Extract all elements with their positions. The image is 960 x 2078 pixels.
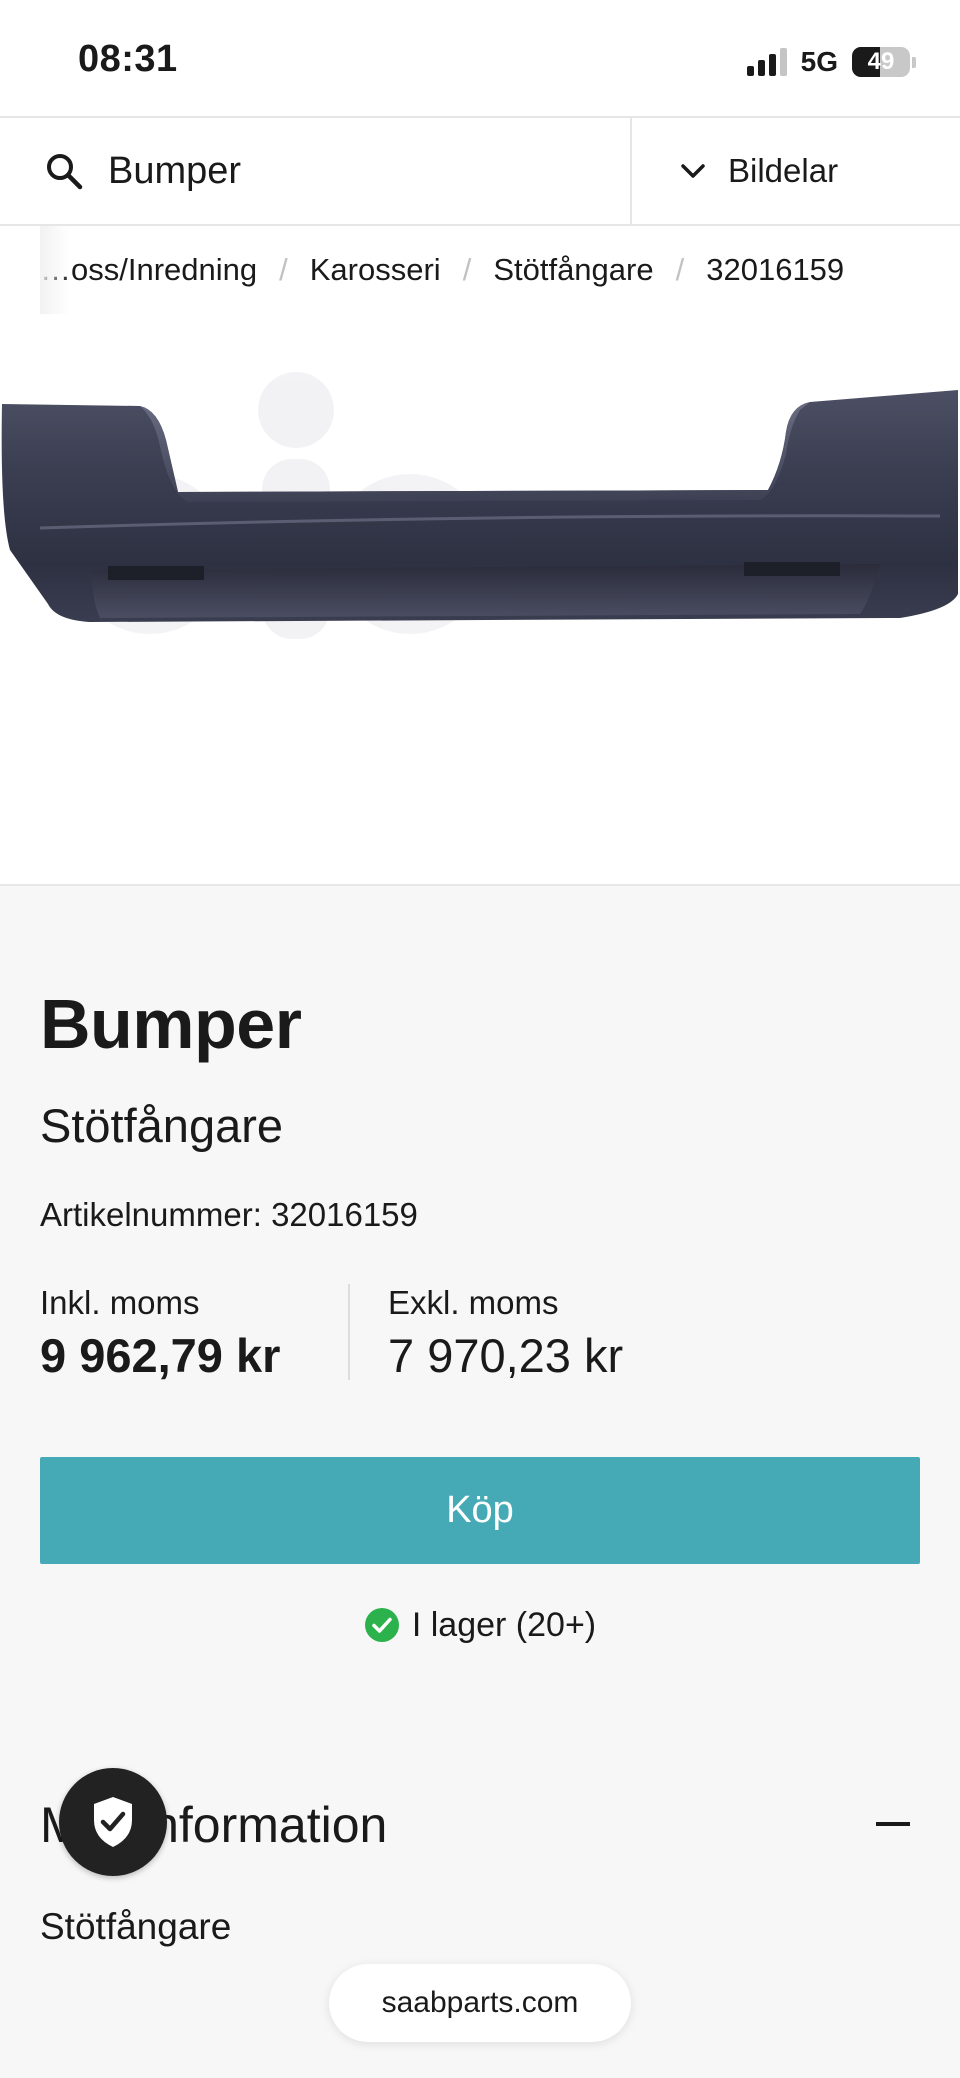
browser-url: saabparts.com [381, 1986, 579, 2019]
cellular-signal-icon [746, 48, 787, 76]
search-field[interactable] [0, 118, 632, 224]
category-dropdown[interactable]: Bildelar [634, 118, 960, 224]
battery-level: 49 [867, 48, 895, 75]
breadcrumb-separator: / [675, 252, 685, 287]
breadcrumb-scroll-edge [40, 226, 70, 314]
price-divider [348, 1284, 350, 1380]
category-label: Bildelar [728, 152, 839, 189]
price-incl-value: 9 962,79 kr [40, 1329, 281, 1382]
price-incl-label: Inkl. moms [40, 1284, 200, 1321]
status-bar: 08:31 5G 49 [0, 0, 960, 116]
price-excl-value: 7 970,23 kr [388, 1329, 624, 1382]
product-image[interactable] [0, 314, 960, 886]
status-time: 08:31 [78, 38, 178, 80]
minus-icon[interactable] [876, 1822, 910, 1826]
network-type: 5G [800, 46, 838, 77]
shield-check-icon [94, 1797, 132, 1847]
article-number-row: Artikelnummer: 32016159 [40, 1196, 418, 1234]
stock-status: I lager (20+) [0, 1603, 960, 1647]
battery-cap [912, 56, 916, 68]
product-title: Bumper [40, 985, 302, 1063]
price-excl-label: Exkl. moms [388, 1284, 559, 1321]
battery-icon: 49 [852, 47, 910, 77]
check-circle-icon [364, 1608, 399, 1642]
privacy-badge-button[interactable] [59, 1768, 167, 1876]
article-number-value: 32016159 [271, 1196, 418, 1233]
breadcrumb-item-karosseri[interactable]: Karosseri [310, 252, 441, 288]
stock-text: I lager (20+) [411, 1605, 597, 1644]
chevron-down-icon [681, 164, 705, 178]
breadcrumb: …oss/Inredning / Karosseri / Stötfångare… [0, 226, 960, 315]
breadcrumb-separator: / [279, 252, 288, 287]
price-incl-vat: Inkl. moms 9 962,79 kr [40, 1284, 280, 1383]
breadcrumb-track[interactable]: …oss/Inredning / Karosseri / Stötfångare… [40, 226, 844, 314]
search-input[interactable] [108, 149, 608, 193]
article-number-label: Artikelnummer: [40, 1196, 262, 1233]
buy-button[interactable]: Köp [40, 1457, 920, 1564]
breadcrumb-fade [0, 226, 40, 314]
bumper-image [1, 372, 958, 639]
breadcrumb-item-article: 32016159 [706, 252, 845, 287]
more-info-body: Stötfångare [40, 1906, 232, 1947]
breadcrumb-separator: / [462, 252, 472, 287]
breadcrumb-item-inredning[interactable]: …oss/Inredning [40, 252, 257, 288]
price-excl-vat: Exkl. moms 7 970,23 kr [388, 1284, 623, 1383]
browser-url-bar[interactable]: saabparts.com [329, 1964, 631, 2042]
breadcrumb-item-stotfangare[interactable]: Stötfångare [493, 252, 653, 288]
search-icon[interactable] [44, 151, 84, 191]
status-indicators: 5G 49 [746, 44, 916, 80]
search-header: Bildelar [0, 116, 960, 226]
product-subtitle: Stötfångare [40, 1099, 284, 1152]
more-info-toggle[interactable]: Mer information [40, 1796, 920, 1856]
